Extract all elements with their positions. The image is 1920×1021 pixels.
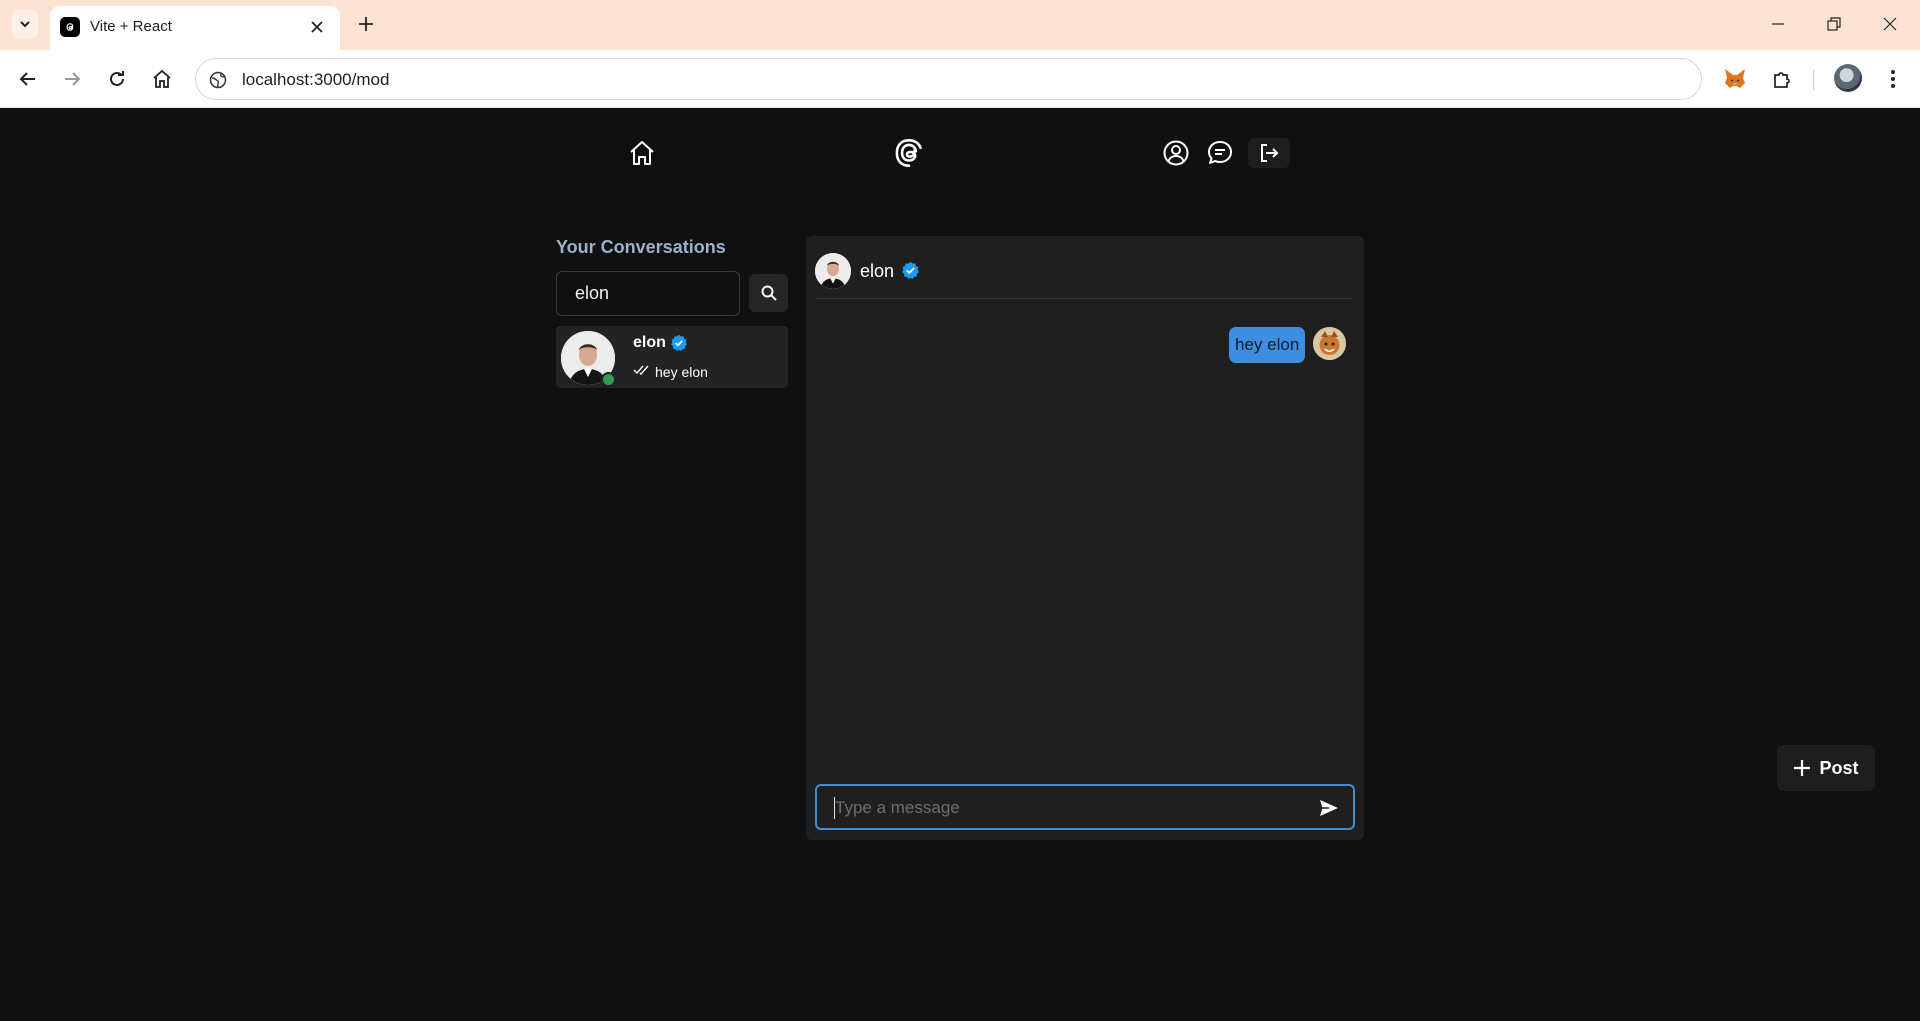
new-tab-button[interactable]: [353, 11, 379, 37]
message-input[interactable]: [835, 796, 1295, 820]
restore-icon: [1827, 17, 1841, 31]
minimize-button[interactable]: [1758, 9, 1798, 39]
globe-icon[interactable]: [208, 70, 228, 90]
verified-badge-icon: [671, 334, 687, 352]
home-icon: [630, 141, 654, 165]
close-tab-button[interactable]: [306, 16, 328, 38]
chat-contact-avatar: [815, 253, 851, 289]
threads-favicon-icon: [60, 17, 80, 37]
metamask-fox-icon: [1725, 69, 1745, 88]
chat-icon: [1208, 141, 1232, 164]
profile-avatar[interactable]: [1834, 64, 1862, 92]
home-button[interactable]: [147, 64, 177, 94]
back-button[interactable]: [13, 64, 43, 94]
conversations-title: Your Conversations: [556, 237, 726, 257]
user-icon: [1163, 140, 1189, 166]
threads-logo-icon: [895, 139, 922, 167]
chevron-down-icon: [20, 21, 30, 28]
app-root: Your Conversations elon hey elon elon he…: [0, 109, 1920, 1021]
chat-header-divider: [815, 298, 1353, 299]
logout-button[interactable]: [1248, 138, 1290, 168]
own-avatar: [1313, 327, 1346, 360]
forward-button[interactable]: [57, 64, 87, 94]
browser-tab-bar: Vite + React: [0, 0, 1920, 50]
threads-logo[interactable]: [891, 135, 927, 171]
close-window-button[interactable]: [1870, 9, 1910, 39]
tab-title: Vite + React: [90, 18, 172, 35]
create-post-button[interactable]: Post: [1777, 745, 1875, 791]
address-bar[interactable]: localhost:3000/mod: [195, 58, 1702, 100]
plus-icon: [359, 17, 373, 31]
verified-badge-icon: [902, 261, 919, 280]
close-icon: [311, 21, 323, 33]
home-icon: [153, 69, 171, 88]
conversation-name: elon: [633, 334, 666, 351]
metamask-extension-button[interactable]: [1719, 63, 1751, 95]
nav-profile-button[interactable]: [1158, 135, 1194, 171]
close-icon: [1883, 17, 1897, 31]
search-icon: [761, 285, 777, 301]
conversation-item[interactable]: elon hey elon: [556, 326, 788, 388]
url-text: localhost:3000/mod: [242, 70, 390, 89]
arrow-left-icon: [19, 72, 35, 86]
nav-home-button[interactable]: [624, 135, 660, 171]
nav-chat-button[interactable]: [1202, 135, 1238, 171]
conversation-last-message: hey elon: [655, 364, 708, 380]
chat-panel: elon hey elon: [806, 236, 1364, 840]
tab-list-button[interactable]: [12, 10, 38, 38]
puzzle-icon: [1774, 72, 1790, 88]
send-message-button[interactable]: [1317, 796, 1341, 820]
online-status-indicator: [601, 372, 616, 387]
reload-button[interactable]: [102, 64, 132, 94]
browser-tab[interactable]: Vite + React: [50, 6, 340, 50]
minimize-icon: [1772, 23, 1784, 25]
double-check-icon: [633, 365, 649, 376]
logout-icon: [1261, 144, 1279, 162]
conversation-search-button[interactable]: [749, 274, 788, 312]
send-icon: [1320, 800, 1338, 816]
conversation-search-input[interactable]: [556, 271, 740, 316]
message-bubble-own: hey elon: [1229, 327, 1306, 363]
create-post-label: Post: [1819, 757, 1859, 778]
browser-toolbar: localhost:3000/mod: [0, 50, 1920, 108]
plus-icon: [1794, 760, 1811, 776]
browser-menu-button[interactable]: [1877, 63, 1909, 95]
reload-icon: [110, 71, 124, 86]
extensions-button[interactable]: [1766, 63, 1798, 95]
message-input-container[interactable]: [815, 784, 1355, 830]
arrow-right-icon: [65, 72, 81, 86]
chat-contact-name: elon: [860, 261, 895, 281]
toolbar-divider: [1813, 70, 1814, 90]
restore-button[interactable]: [1814, 9, 1854, 39]
kebab-menu-icon: [1891, 70, 1895, 88]
